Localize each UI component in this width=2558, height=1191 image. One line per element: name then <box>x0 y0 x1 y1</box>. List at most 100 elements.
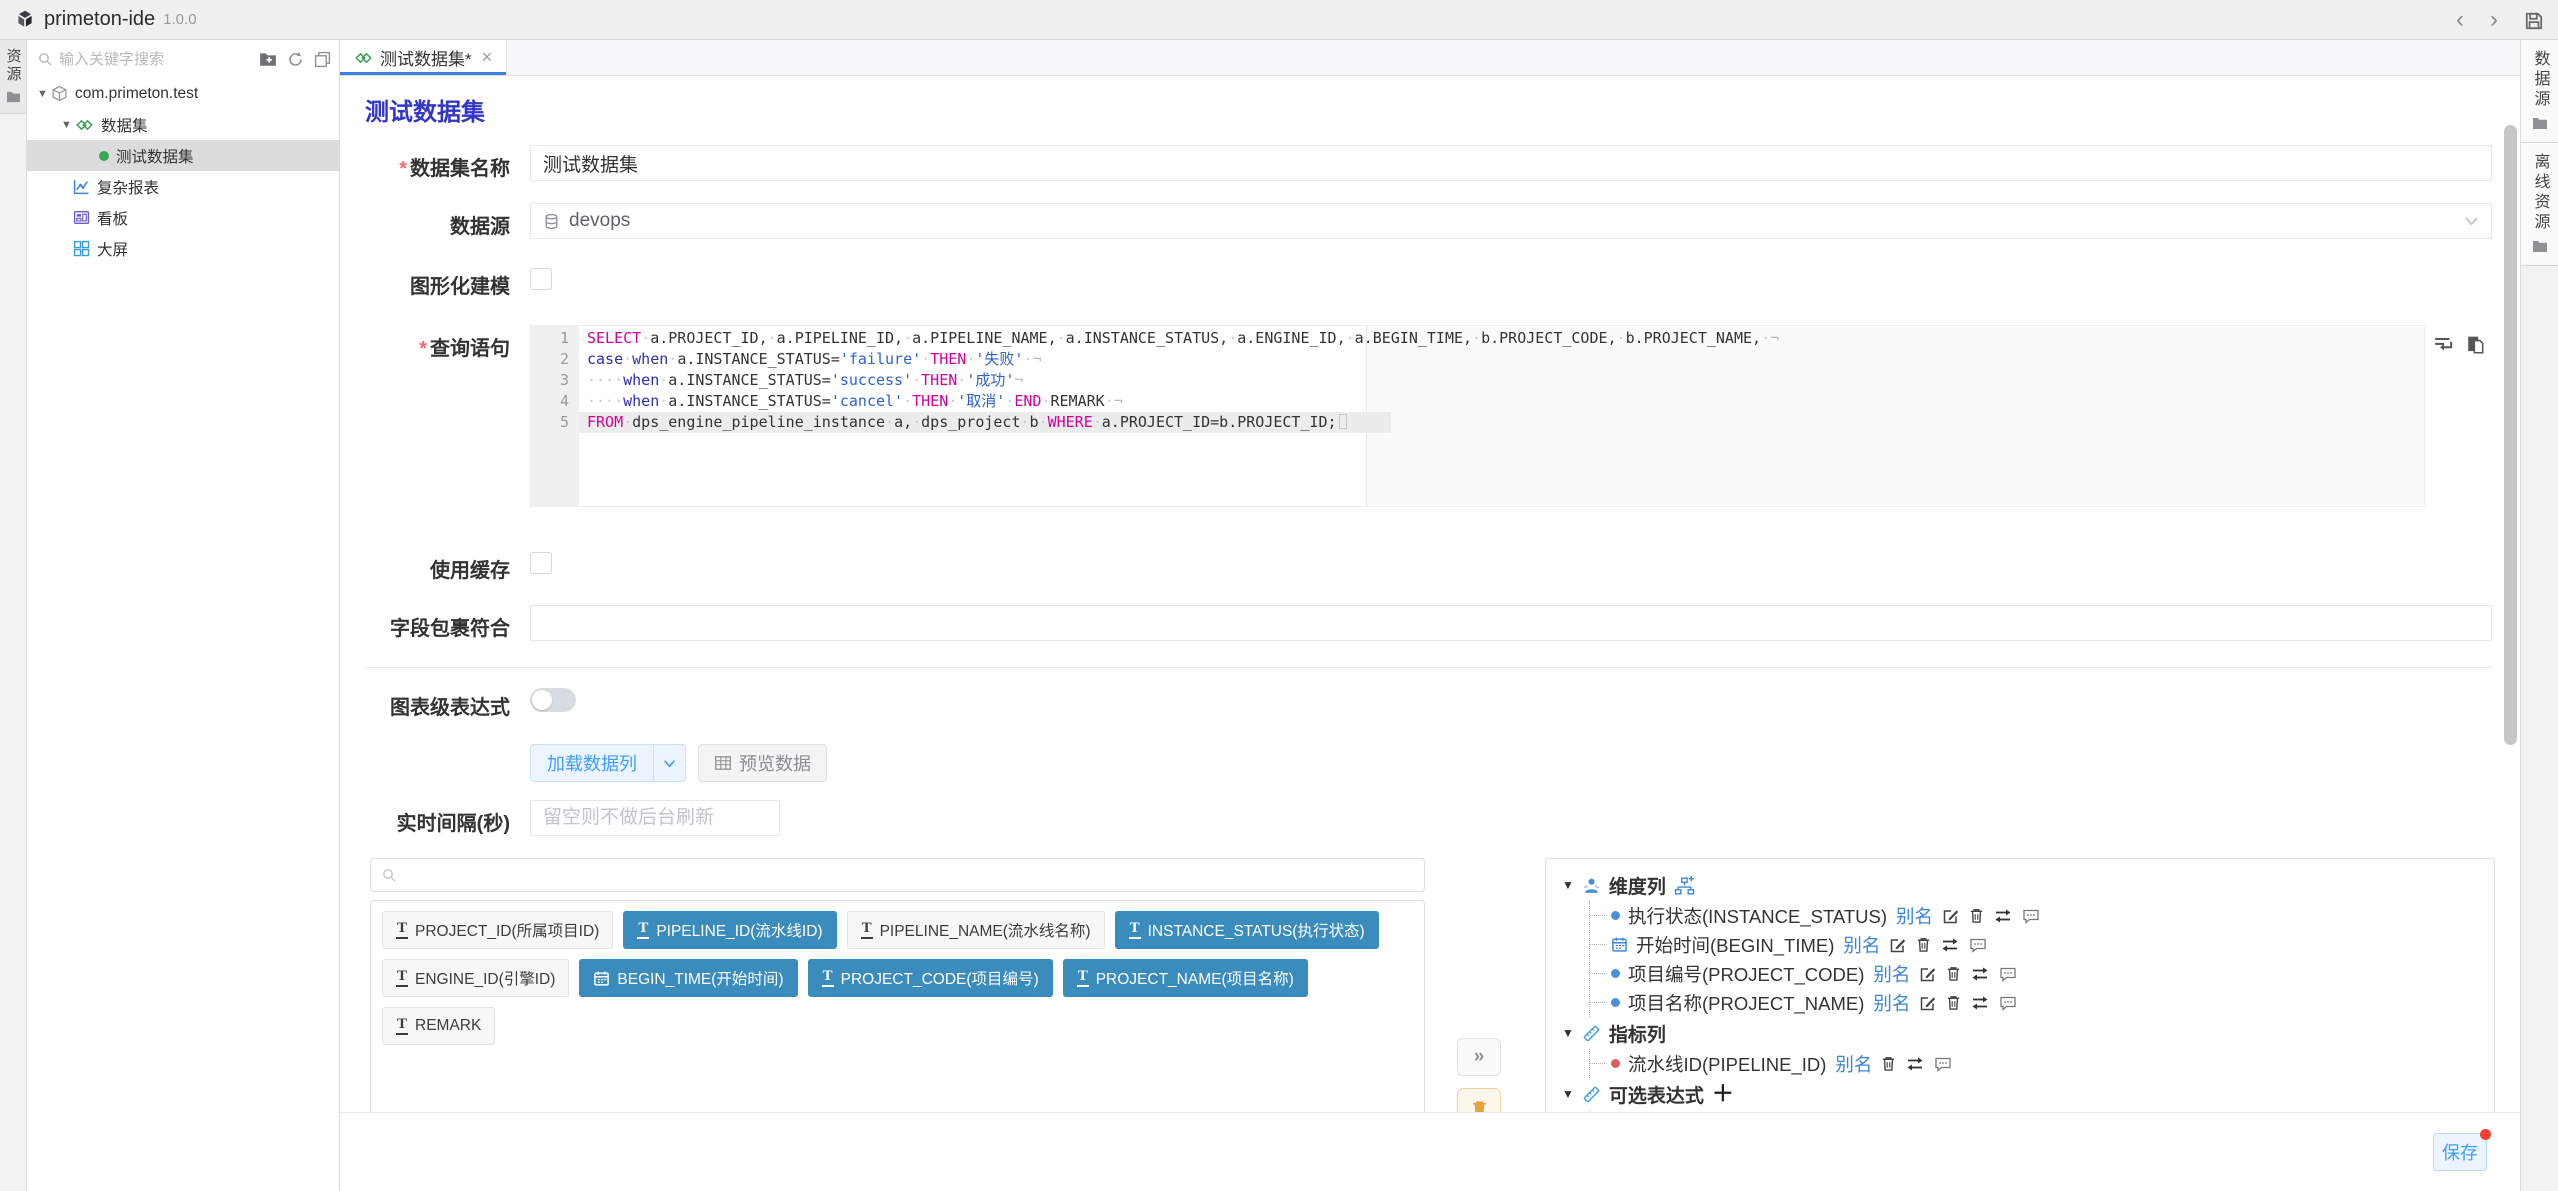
caret-down-icon[interactable]: ▼ <box>1562 1026 1574 1040</box>
column-item-项目名称(PROJECT_NAME)[interactable]: 项目名称(PROJECT_NAME)别名 <box>1590 988 2478 1017</box>
dot-blue-icon <box>1611 969 1620 978</box>
save-button[interactable]: 保存 <box>2433 1133 2487 1171</box>
swap-icon[interactable] <box>1993 908 2013 924</box>
rail-tab-offline-resources[interactable]: 离线资源 <box>2521 143 2558 266</box>
copy-sql-icon[interactable] <box>2465 335 2487 507</box>
column-item-流水线ID(PIPELINE_ID)[interactable]: 流水线ID(PIPELINE_ID)别名 <box>1590 1049 2478 1078</box>
code-line-3[interactable]: ····when·a.INSTANCE_STATUS='success'·THE… <box>579 370 2424 391</box>
rail-tab-datasource[interactable]: 数据源 <box>2521 40 2558 143</box>
comment-icon[interactable] <box>1969 937 1987 953</box>
save-all-icon[interactable] <box>2524 11 2544 31</box>
edit-icon[interactable] <box>1919 965 1937 983</box>
datasource-select[interactable]: devops <box>530 203 2492 239</box>
load-columns-button[interactable]: 加载数据列 <box>530 744 686 782</box>
dot-blue-icon <box>1611 998 1620 1007</box>
swap-icon[interactable] <box>1905 1056 1925 1072</box>
code-line-5[interactable]: FROM·dps_engine_pipeline_instance·a,·dps… <box>579 412 1391 433</box>
graphical-modeling-label: 图形化建模 <box>365 263 510 299</box>
new-folder-icon[interactable] <box>259 51 277 67</box>
comment-icon[interactable] <box>1999 966 2017 982</box>
add-hierarchy-icon[interactable] <box>1674 876 1695 895</box>
caret-down-icon[interactable]: ▼ <box>61 119 75 131</box>
collapse-panels-icon[interactable] <box>314 51 331 68</box>
delete-icon[interactable] <box>1946 994 1961 1011</box>
delete-icon[interactable] <box>1881 1055 1896 1072</box>
alias-link[interactable]: 别名 <box>1835 1051 1872 1077</box>
swap-icon[interactable] <box>1970 995 1990 1011</box>
alias-link[interactable]: 别名 <box>1896 903 1933 929</box>
column-item-执行状态(INSTANCE_STATUS)[interactable]: 执行状态(INSTANCE_STATUS)别名 <box>1590 901 2478 930</box>
edit-icon[interactable] <box>1919 994 1937 1012</box>
dataset-name-input[interactable] <box>530 145 2492 181</box>
tree-item-数据集[interactable]: ▼ 数据集 <box>27 109 339 140</box>
field-chip-label: PROJECT_ID(所属项目ID) <box>415 919 599 941</box>
comment-icon[interactable] <box>1934 1056 1952 1072</box>
column-item-项目编号(PROJECT_CODE)[interactable]: 项目编号(PROJECT_CODE)别名 <box>1590 959 2478 988</box>
chart-expression-toggle[interactable] <box>530 688 576 712</box>
edit-icon[interactable] <box>1942 907 1960 925</box>
field-chip-PROJECT_ID(所属项目ID)[interactable]: TPROJECT_ID(所属项目ID) <box>382 911 613 949</box>
alias-link[interactable]: 别名 <box>1843 932 1880 958</box>
caret-down-icon[interactable]: ▼ <box>1562 1087 1574 1101</box>
tree-item-label: 数据集 <box>101 114 148 136</box>
caret-down-icon[interactable]: ▼ <box>1562 878 1574 892</box>
caret-down-icon[interactable]: ▼ <box>37 88 51 100</box>
field-chips-box: TPROJECT_ID(所属项目ID) TPIPELINE_ID(流水线ID) TP… <box>370 900 1425 1112</box>
refresh-icon[interactable] <box>287 51 304 68</box>
field-chip-INSTANCE_STATUS(执行状态)[interactable]: TINSTANCE_STATUS(执行状态) <box>1115 911 1379 949</box>
remove-fields-button[interactable] <box>1457 1088 1501 1112</box>
field-chip-label: PROJECT_CODE(项目编号) <box>841 967 1039 989</box>
interval-input[interactable] <box>530 800 780 836</box>
tree-item-看板[interactable]: 看板 <box>27 202 339 233</box>
comment-icon[interactable] <box>1999 995 2017 1011</box>
load-columns-dropdown[interactable] <box>653 745 685 781</box>
editor-code-area[interactable]: SELECT·a.PROJECT_ID,·a.PIPELINE_ID,·a.PI… <box>579 326 2424 506</box>
rail-tab-resources[interactable]: 资源 <box>0 40 26 114</box>
tree-item-大屏[interactable]: 大屏 <box>27 233 339 264</box>
field-chip-REMARK[interactable]: TREMARK <box>382 1007 495 1045</box>
section-title: 可选表达式 <box>1609 1081 1704 1108</box>
swap-icon[interactable] <box>1940 937 1960 953</box>
close-tab-icon[interactable]: × <box>482 47 493 68</box>
field-search-input[interactable] <box>403 866 1414 884</box>
field-chip-ENGINE_ID(引擎ID)[interactable]: TENGINE_ID(引擎ID) <box>382 959 569 997</box>
use-cache-checkbox[interactable] <box>530 552 552 574</box>
field-chip-PROJECT_CODE(项目编号)[interactable]: TPROJECT_CODE(项目编号) <box>808 959 1053 997</box>
comment-icon[interactable] <box>2022 908 2040 924</box>
preview-data-button[interactable]: 预览数据 <box>698 744 827 782</box>
back-icon[interactable]: ‹ <box>2456 8 2464 32</box>
field-search-box[interactable] <box>370 858 1425 892</box>
tree-item-测试数据集[interactable]: 测试数据集 <box>27 140 339 171</box>
field-wrapper-input[interactable] <box>530 605 2492 641</box>
forward-icon[interactable]: › <box>2490 8 2498 32</box>
format-sql-icon[interactable] <box>2433 335 2455 507</box>
code-line-4[interactable]: ····when·a.INSTANCE_STATUS='cancel'·THEN… <box>579 391 2424 412</box>
code-line-2[interactable]: case·when·a.INSTANCE_STATUS='failure'·TH… <box>579 349 2424 370</box>
sidebar-search[interactable] <box>37 51 249 68</box>
delete-icon[interactable] <box>1916 936 1931 953</box>
add-expression-icon[interactable]: ＋ <box>1712 1083 1734 1105</box>
alias-link[interactable]: 别名 <box>1873 961 1910 987</box>
edit-icon[interactable] <box>1889 936 1907 954</box>
vertical-scrollbar[interactable] <box>2504 125 2517 745</box>
tree-item-复杂报表[interactable]: 复杂报表 <box>27 171 339 202</box>
tree-item-com.primeton.test[interactable]: ▼com.primeton.test <box>27 78 339 109</box>
alias-link[interactable]: 别名 <box>1873 990 1910 1016</box>
field-chip-PIPELINE_ID(流水线ID)[interactable]: TPIPELINE_ID(流水线ID) <box>623 911 836 949</box>
field-chip-PROJECT_NAME(项目名称)[interactable]: TPROJECT_NAME(项目名称) <box>1063 959 1308 997</box>
field-chip-PIPELINE_NAME(流水线名称)[interactable]: TPIPELINE_NAME(流水线名称) <box>847 911 1105 949</box>
move-fields-button[interactable]: » <box>1457 1038 1501 1076</box>
delete-icon[interactable] <box>1969 907 1984 924</box>
chevron-down-icon <box>2464 215 2479 227</box>
graphical-modeling-checkbox[interactable] <box>530 268 552 290</box>
delete-icon[interactable] <box>1946 965 1961 982</box>
field-chip-BEGIN_TIME(开始时间)[interactable]: BEGIN_TIME(开始时间) <box>579 959 797 997</box>
tree-item-label: 看板 <box>97 207 128 229</box>
sidebar-search-input[interactable] <box>59 51 209 68</box>
column-item-开始时间(BEGIN_TIME)[interactable]: 开始时间(BEGIN_TIME)别名 <box>1590 930 2478 959</box>
code-line-1[interactable]: SELECT·a.PROJECT_ID,·a.PIPELINE_ID,·a.PI… <box>579 328 2424 349</box>
swap-icon[interactable] <box>1970 966 1990 982</box>
sql-editor[interactable]: 12345 SELECT·a.PROJECT_ID,·a.PIPELINE_ID… <box>530 325 2425 507</box>
field-chip-label: PIPELINE_ID(流水线ID) <box>656 919 822 941</box>
tab-test-dataset[interactable]: 测试数据集* × <box>340 40 507 75</box>
